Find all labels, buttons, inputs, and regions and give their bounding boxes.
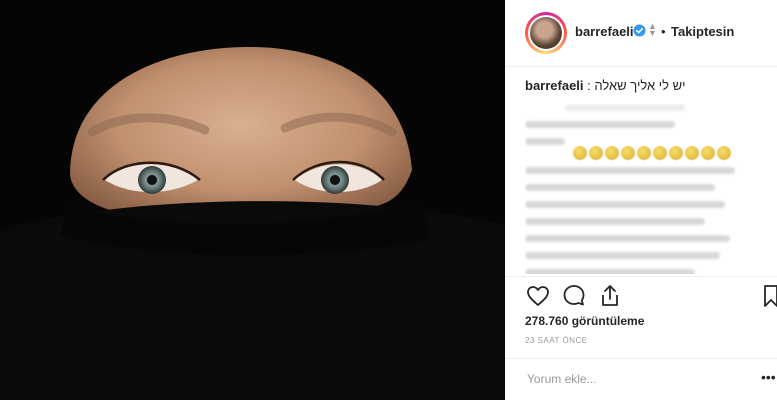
following-button[interactable]: Takiptesin xyxy=(671,24,734,39)
veiled-face-photo xyxy=(0,0,505,400)
emoji-comment xyxy=(573,146,731,160)
post-sidebar: barrefaeli ▲ ▼ • Takiptesin barrefaeli יש… xyxy=(505,0,777,400)
list-item xyxy=(525,218,705,225)
list-item xyxy=(525,235,730,242)
post-actions xyxy=(505,276,777,317)
avatar[interactable] xyxy=(525,12,567,54)
post-timestamp[interactable]: 23 SAAT ÖNCE xyxy=(525,336,588,345)
list-item xyxy=(525,201,725,208)
post-header: barrefaeli ▲ ▼ • Takiptesin xyxy=(505,0,777,67)
caption-username[interactable]: barrefaeli xyxy=(525,78,584,93)
share-icon[interactable] xyxy=(597,283,623,309)
verified-badge-icon xyxy=(633,24,646,37)
follow-separator: • xyxy=(661,24,666,39)
username-link[interactable]: barrefaeli xyxy=(575,24,634,39)
list-item xyxy=(525,184,715,191)
comment-input[interactable] xyxy=(525,371,729,387)
more-options-icon[interactable]: ••• xyxy=(761,369,776,385)
view-count[interactable]: 278.760 görüntüleme xyxy=(525,314,644,328)
list-item xyxy=(525,252,720,259)
post-image[interactable] xyxy=(0,0,505,400)
comments-list-blurred xyxy=(525,104,765,274)
caption-text: יש לי אליך שאלה : xyxy=(587,78,686,93)
list-item xyxy=(525,269,695,274)
list-item xyxy=(565,104,685,111)
add-comment-bar: ••• xyxy=(505,358,777,401)
post-caption: barrefaeli יש לי אליך שאלה : xyxy=(525,78,765,93)
list-item xyxy=(525,138,565,145)
bookmark-icon[interactable] xyxy=(763,283,777,309)
heart-icon[interactable] xyxy=(525,283,551,309)
list-item xyxy=(525,121,675,128)
chevron-icon[interactable]: ▲ ▼ xyxy=(648,22,657,38)
list-item xyxy=(525,167,735,174)
comment-icon[interactable] xyxy=(561,283,587,309)
